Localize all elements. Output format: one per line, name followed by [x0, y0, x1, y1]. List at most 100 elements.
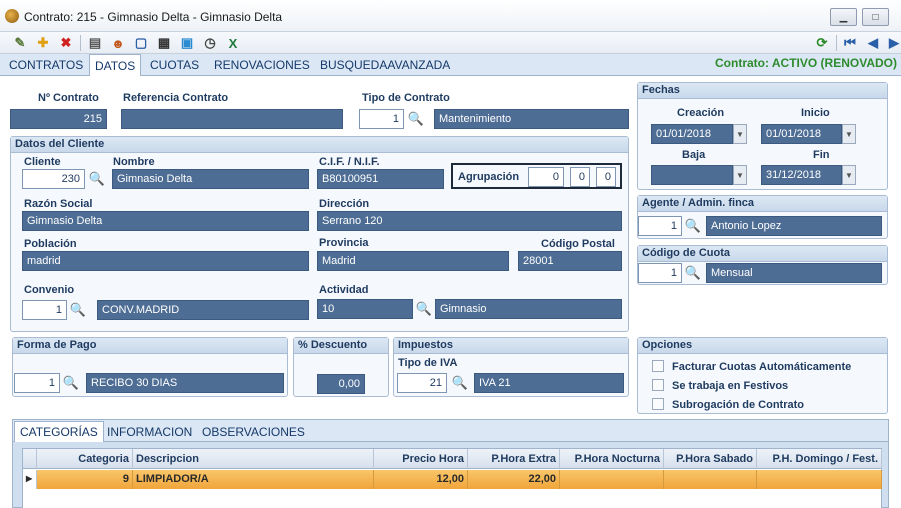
app-icon: [5, 9, 19, 23]
agrupacion-field-1[interactable]: 0: [528, 167, 564, 187]
window-title: Contrato: 215 - Gimnasio Delta - Gimnasi…: [24, 10, 283, 24]
agrupacion-field-3[interactable]: 0: [596, 167, 616, 187]
baja-label: Baja: [682, 149, 706, 161]
cif-field[interactable]: B80100951: [317, 169, 444, 189]
creacion-dropdown-icon[interactable]: ▼: [733, 124, 747, 144]
column-header[interactable]: P.Hora Sabado: [664, 449, 757, 469]
cuota-name: Mensual: [706, 263, 882, 283]
contract-number-field[interactable]: 215: [10, 109, 107, 129]
codigo-postal-field[interactable]: 28001: [518, 251, 622, 271]
client-code-field[interactable]: 230: [22, 169, 85, 189]
inicio-dropdown-icon[interactable]: ▼: [842, 124, 856, 144]
baja-date-field[interactable]: [651, 165, 733, 185]
column-header[interactable]: Precio Hora: [374, 449, 468, 469]
first-icon[interactable]: ⏮: [842, 35, 858, 51]
tab-renovaciones[interactable]: RENOVACIONES: [214, 58, 310, 72]
column-header[interactable]: P.Hora Nocturna: [560, 449, 664, 469]
add-icon[interactable]: ✚: [35, 35, 51, 51]
minimize-button[interactable]: ▁: [830, 8, 857, 26]
pago-code[interactable]: 1: [14, 373, 60, 393]
tab-datos[interactable]: DATOS: [89, 54, 142, 76]
image-icon[interactable]: ▣: [179, 35, 195, 51]
print-icon[interactable]: ▤: [87, 35, 103, 51]
creacion-date-field[interactable]: 01/01/2018: [651, 124, 733, 144]
poblacion-label: Población: [24, 238, 77, 250]
convenio-code[interactable]: 1: [22, 300, 67, 320]
column-header[interactable]: P.Hora Extra: [468, 449, 560, 469]
subrogacion-label: Subrogación de Contrato: [672, 399, 804, 411]
users-icon[interactable]: ☻: [110, 35, 126, 51]
contract-status: Contrato: ACTIVO (RENOVADO): [715, 56, 897, 70]
client-panel-title: Datos del Cliente: [11, 137, 628, 153]
column-header[interactable]: P.H. Domingo / Fest.: [757, 449, 882, 469]
table-cell[interactable]: [757, 470, 882, 489]
agrupacion-field-2[interactable]: 0: [570, 167, 590, 187]
row-selector-icon[interactable]: ▶: [23, 470, 37, 489]
cuota-code[interactable]: 1: [638, 263, 682, 283]
inicio-date-field[interactable]: 01/01/2018: [761, 124, 842, 144]
agente-code[interactable]: 1: [638, 216, 682, 236]
excel-icon[interactable]: X: [225, 35, 241, 51]
search-icon[interactable]: 🔍: [407, 110, 425, 128]
festivos-checkbox[interactable]: [652, 379, 664, 391]
table-cell[interactable]: 12,00: [374, 470, 468, 489]
detail-tabs: CATEGORÍAS INFORMACION OBSERVACIONES: [13, 420, 888, 442]
search-icon[interactable]: 🔍: [415, 300, 433, 318]
edit-icon[interactable]: ✎: [12, 35, 28, 51]
actividad-name: Gimnasio: [435, 299, 622, 319]
provincia-field[interactable]: Madrid: [317, 251, 509, 271]
contract-reference-field[interactable]: [121, 109, 343, 129]
descuento-field[interactable]: 0,00: [317, 374, 365, 394]
tab-observaciones[interactable]: OBSERVACIONES: [202, 425, 305, 439]
tab-categorias[interactable]: CATEGORÍAS: [14, 421, 104, 442]
row-indicator-header: [23, 449, 37, 469]
direccion-field[interactable]: Serrano 120: [317, 211, 622, 231]
calculator-icon[interactable]: ▦: [156, 35, 172, 51]
inicio-label: Inicio: [801, 107, 830, 119]
prev-icon[interactable]: ◀: [865, 35, 881, 51]
creacion-label: Creación: [677, 107, 725, 119]
column-header[interactable]: Descripcion: [133, 449, 374, 469]
fin-date-field[interactable]: 31/12/2018: [761, 165, 842, 185]
clock-icon[interactable]: ◷: [202, 35, 218, 51]
razon-social-label: Razón Social: [24, 198, 93, 210]
next-icon[interactable]: ▶: [886, 35, 901, 51]
search-icon[interactable]: 🔍: [684, 217, 702, 235]
poblacion-field[interactable]: madrid: [22, 251, 309, 271]
tab-contratos[interactable]: CONTRATOS: [9, 58, 83, 72]
window-icon[interactable]: ▢: [133, 35, 149, 51]
facturar-cuotas-checkbox[interactable]: [652, 360, 664, 372]
razon-social-field[interactable]: Gimnasio Delta: [22, 211, 309, 231]
pago-panel-title: Forma de Pago: [13, 338, 287, 354]
table-cell[interactable]: [560, 470, 664, 489]
search-icon[interactable]: 🔍: [684, 264, 702, 282]
tipo-iva-label: Tipo de IVA: [398, 357, 458, 369]
contract-type-code[interactable]: 1: [359, 109, 404, 129]
column-header[interactable]: Categoria: [37, 449, 133, 469]
refresh-icon[interactable]: ⟳: [814, 35, 830, 51]
table-cell[interactable]: LIMPIADOR/A: [133, 470, 374, 489]
tab-busqueda-avanzada[interactable]: BUSQUEDAAVANZADA: [320, 58, 450, 72]
search-icon[interactable]: 🔍: [62, 374, 80, 392]
table-cell[interactable]: 22,00: [468, 470, 560, 489]
delete-icon[interactable]: ✖: [58, 35, 74, 51]
convenio-label: Convenio: [24, 284, 75, 296]
client-name-field: Gimnasio Delta: [112, 169, 309, 189]
table-cell[interactable]: 9: [37, 470, 133, 489]
tab-informacion[interactable]: INFORMACION: [107, 425, 192, 439]
table-cell[interactable]: [664, 470, 757, 489]
categories-grid: Categoria Descripcion Precio Hora P.Hora…: [22, 448, 882, 508]
subrogacion-checkbox[interactable]: [652, 398, 664, 410]
actividad-code[interactable]: 10: [317, 299, 413, 319]
agente-name: Antonio Lopez: [706, 216, 882, 236]
tab-cuotas[interactable]: CUOTAS: [150, 58, 199, 72]
search-icon[interactable]: 🔍: [69, 301, 87, 319]
search-icon[interactable]: 🔍: [88, 170, 106, 188]
baja-dropdown-icon[interactable]: ▼: [733, 165, 747, 185]
iva-code[interactable]: 21: [397, 373, 447, 393]
search-icon[interactable]: 🔍: [451, 374, 469, 392]
facturar-cuotas-label: Facturar Cuotas Automáticamente: [672, 361, 852, 373]
fin-dropdown-icon[interactable]: ▼: [842, 165, 856, 185]
pago-name: RECIBO 30 DIAS: [86, 373, 284, 393]
maximize-button[interactable]: □: [862, 8, 889, 26]
